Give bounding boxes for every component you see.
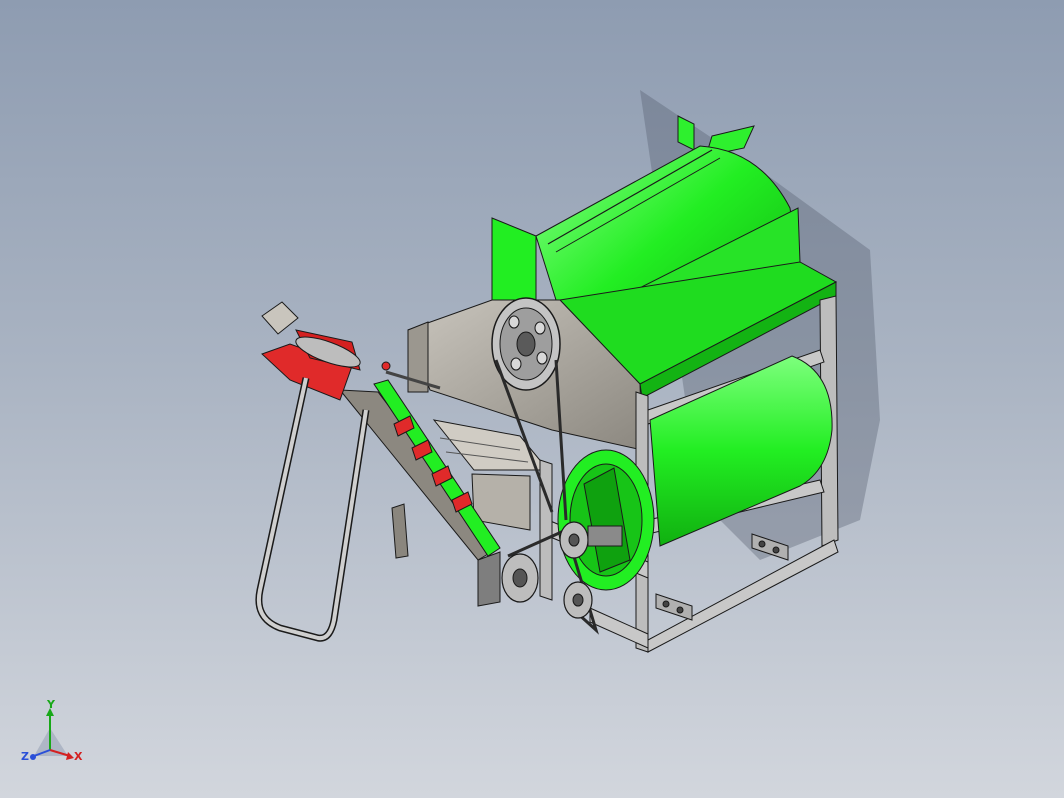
axis-triad-icon: Y X Z: [21, 698, 83, 763]
push-handle: [255, 377, 370, 642]
cad-viewport[interactable]: Y X Z: [0, 0, 1064, 798]
axis-triad: Y X Z: [16, 698, 96, 770]
x-axis-label: X: [74, 750, 83, 763]
z-axis-label: Z: [21, 750, 29, 763]
thresher-3d-model[interactable]: [0, 0, 1064, 798]
y-axis-label: Y: [46, 700, 56, 711]
